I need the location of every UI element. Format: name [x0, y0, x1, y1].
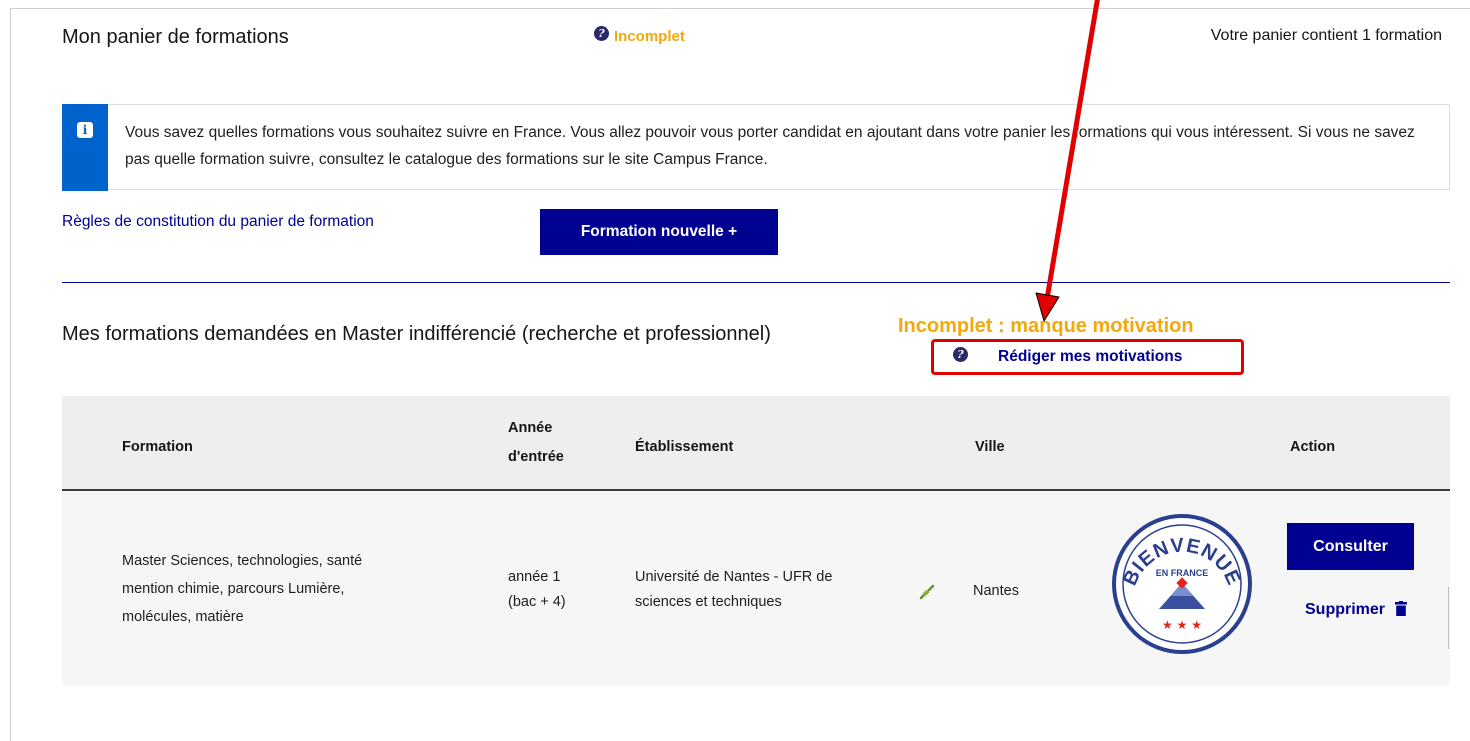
- svg-text:★ ★ ★: ★ ★ ★: [1162, 618, 1202, 632]
- trash-icon: [1395, 601, 1408, 616]
- section-status: Incomplet : manque motivation: [898, 315, 1194, 337]
- table-header: Formation Année d'entrée Établissement V…: [62, 396, 1450, 491]
- year-line-1: année 1: [508, 569, 561, 585]
- basket-status: Incomplet: [614, 28, 685, 45]
- basket-title: Mon panier de formations: [62, 26, 289, 48]
- formation-line-1: Master Sciences, technologies, santé: [122, 553, 363, 569]
- year-line-2: (bac + 4): [508, 594, 566, 610]
- info-callout: i Vous savez quelles formations vous sou…: [62, 104, 1450, 191]
- rules-link[interactable]: Règles de constitution du panier de form…: [62, 213, 374, 231]
- svg-text:EN FRANCE: EN FRANCE: [1156, 568, 1209, 578]
- table-row: Master Sciences, technologies, santé men…: [62, 491, 1450, 685]
- header-action: Action: [1290, 439, 1336, 455]
- school-line-1: Université de Nantes - UFR de: [635, 569, 833, 585]
- help-icon[interactable]: ?: [594, 26, 609, 41]
- info-text: Vous savez quelles formations vous souha…: [125, 124, 1415, 168]
- link-icon[interactable]: [918, 583, 936, 601]
- delete-link[interactable]: Supprimer: [1305, 601, 1408, 619]
- formation-line-3: molécules, matière: [122, 609, 244, 625]
- header-year-2: d'entrée: [508, 449, 564, 465]
- header-year-1: Année: [508, 420, 553, 436]
- consult-button[interactable]: Consulter: [1287, 523, 1414, 570]
- info-bar: i: [62, 104, 108, 191]
- section-title: Mes formations demandées en Master indif…: [62, 323, 771, 345]
- motivation-link[interactable]: Rédiger mes motivations: [998, 348, 1182, 366]
- school-line-2: sciences et techniques: [635, 594, 782, 610]
- section-divider: [62, 282, 1450, 283]
- motivation-help-icon[interactable]: ?: [953, 347, 968, 362]
- delete-label: Supprimer: [1305, 601, 1386, 618]
- bienvenue-en-france-logo: BIENVENUE EN FRANCE ★ ★ ★: [1112, 514, 1252, 654]
- header-school: Établissement: [635, 439, 734, 455]
- formation-line-2: mention chimie, parcours Lumière,: [122, 581, 345, 597]
- header-city: Ville: [975, 439, 1005, 455]
- city-cell: Nantes: [973, 583, 1019, 599]
- new-formation-button[interactable]: Formation nouvelle +: [540, 209, 778, 255]
- info-icon: i: [77, 122, 93, 138]
- header-formation: Formation: [122, 439, 193, 455]
- basket-count: Votre panier contient 1 formation: [1210, 27, 1442, 44]
- action-separator: [1448, 587, 1449, 649]
